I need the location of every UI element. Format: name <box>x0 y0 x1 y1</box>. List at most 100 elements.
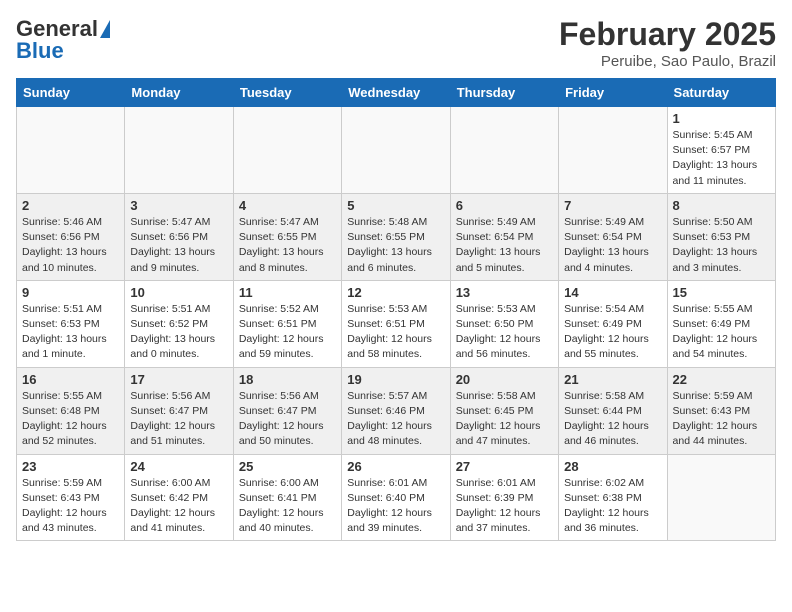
day-number: 10 <box>130 285 227 300</box>
calendar-cell: 1 Sunrise: 5:45 AM Sunset: 6:57 PM Daylig… <box>667 107 775 194</box>
day-number: 25 <box>239 459 336 474</box>
day-number: 19 <box>347 372 444 387</box>
calendar-cell: 13 Sunrise: 5:53 AM Sunset: 6:50 PM Dayli… <box>450 280 558 367</box>
day-info: Sunrise: 6:01 AM Sunset: 6:40 PM Dayligh… <box>347 476 444 537</box>
day-number: 5 <box>347 198 444 213</box>
day-info: Sunrise: 5:45 AM Sunset: 6:57 PM Dayligh… <box>673 128 770 189</box>
calendar-cell: 4Sunrise: 5:47 AM Sunset: 6:55 PM Daylig… <box>233 193 341 280</box>
day-info: Sunrise: 5:49 AM Sunset: 6:54 PM Dayligh… <box>456 215 553 276</box>
calendar-table: SundayMondayTuesdayWednesdayThursdayFrid… <box>16 78 776 541</box>
day-info: Sunrise: 5:47 AM Sunset: 6:56 PM Dayligh… <box>130 215 227 276</box>
weekday-header-tuesday: Tuesday <box>233 79 341 107</box>
day-number: 7 <box>564 198 661 213</box>
day-info: Sunrise: 5:55 AM Sunset: 6:49 PM Dayligh… <box>673 302 770 363</box>
day-number: 22 <box>673 372 770 387</box>
day-number: 26 <box>347 459 444 474</box>
day-number: 24 <box>130 459 227 474</box>
day-info: Sunrise: 5:59 AM Sunset: 6:43 PM Dayligh… <box>673 389 770 450</box>
day-info: Sunrise: 6:02 AM Sunset: 6:38 PM Dayligh… <box>564 476 661 537</box>
weekday-header-friday: Friday <box>559 79 667 107</box>
calendar-cell: 14 Sunrise: 5:54 AM Sunset: 6:49 PM Dayli… <box>559 280 667 367</box>
day-number: 28 <box>564 459 661 474</box>
calendar-cell: 6 Sunrise: 5:49 AM Sunset: 6:54 PM Daylig… <box>450 193 558 280</box>
logo-blue-text: Blue <box>16 38 64 64</box>
calendar-week-row: 16Sunrise: 5:55 AM Sunset: 6:48 PM Dayli… <box>17 367 776 454</box>
day-info: Sunrise: 6:00 AM Sunset: 6:42 PM Dayligh… <box>130 476 227 537</box>
calendar-cell: 26 Sunrise: 6:01 AM Sunset: 6:40 PM Dayli… <box>342 454 450 541</box>
calendar-cell: 8 Sunrise: 5:50 AM Sunset: 6:53 PM Daylig… <box>667 193 775 280</box>
weekday-header-wednesday: Wednesday <box>342 79 450 107</box>
day-number: 17 <box>130 372 227 387</box>
weekday-header-row: SundayMondayTuesdayWednesdayThursdayFrid… <box>17 79 776 107</box>
calendar-cell: 5 Sunrise: 5:48 AM Sunset: 6:55 PM Daylig… <box>342 193 450 280</box>
day-info: Sunrise: 5:46 AM Sunset: 6:56 PM Dayligh… <box>22 215 119 276</box>
weekday-header-thursday: Thursday <box>450 79 558 107</box>
day-number: 1 <box>673 111 770 126</box>
calendar-cell: 28 Sunrise: 6:02 AM Sunset: 6:38 PM Dayli… <box>559 454 667 541</box>
day-number: 21 <box>564 372 661 387</box>
weekday-header-sunday: Sunday <box>17 79 125 107</box>
calendar-cell: 20 Sunrise: 5:58 AM Sunset: 6:45 PM Dayli… <box>450 367 558 454</box>
day-info: Sunrise: 5:56 AM Sunset: 6:47 PM Dayligh… <box>239 389 336 450</box>
calendar-cell: 10 Sunrise: 5:51 AM Sunset: 6:52 PM Dayli… <box>125 280 233 367</box>
weekday-header-monday: Monday <box>125 79 233 107</box>
day-number: 6 <box>456 198 553 213</box>
day-number: 18 <box>239 372 336 387</box>
calendar-week-row: 9Sunrise: 5:51 AM Sunset: 6:53 PM Daylig… <box>17 280 776 367</box>
day-number: 13 <box>456 285 553 300</box>
day-info: Sunrise: 5:53 AM Sunset: 6:50 PM Dayligh… <box>456 302 553 363</box>
calendar-cell: 11Sunrise: 5:52 AM Sunset: 6:51 PM Dayli… <box>233 280 341 367</box>
calendar-cell <box>233 107 341 194</box>
day-info: Sunrise: 5:54 AM Sunset: 6:49 PM Dayligh… <box>564 302 661 363</box>
location-text: Peruibe, Sao Paulo, Brazil <box>559 53 776 70</box>
calendar-cell: 2 Sunrise: 5:46 AM Sunset: 6:56 PM Daylig… <box>17 193 125 280</box>
day-number: 2 <box>22 198 119 213</box>
day-info: Sunrise: 5:59 AM Sunset: 6:43 PM Dayligh… <box>22 476 119 537</box>
day-info: Sunrise: 5:48 AM Sunset: 6:55 PM Dayligh… <box>347 215 444 276</box>
day-info: Sunrise: 5:52 AM Sunset: 6:51 PM Dayligh… <box>239 302 336 363</box>
day-number: 20 <box>456 372 553 387</box>
calendar-week-row: 23 Sunrise: 5:59 AM Sunset: 6:43 PM Dayli… <box>17 454 776 541</box>
calendar-cell: 19 Sunrise: 5:57 AM Sunset: 6:46 PM Dayli… <box>342 367 450 454</box>
calendar-week-row: 1 Sunrise: 5:45 AM Sunset: 6:57 PM Daylig… <box>17 107 776 194</box>
calendar-cell <box>667 454 775 541</box>
day-info: Sunrise: 5:57 AM Sunset: 6:46 PM Dayligh… <box>347 389 444 450</box>
weekday-header-saturday: Saturday <box>667 79 775 107</box>
day-info: Sunrise: 6:00 AM Sunset: 6:41 PM Dayligh… <box>239 476 336 537</box>
calendar-cell: 23 Sunrise: 5:59 AM Sunset: 6:43 PM Dayli… <box>17 454 125 541</box>
day-info: Sunrise: 5:49 AM Sunset: 6:54 PM Dayligh… <box>564 215 661 276</box>
day-number: 8 <box>673 198 770 213</box>
calendar-cell: 12 Sunrise: 5:53 AM Sunset: 6:51 PM Dayli… <box>342 280 450 367</box>
day-info: Sunrise: 6:01 AM Sunset: 6:39 PM Dayligh… <box>456 476 553 537</box>
day-number: 4 <box>239 198 336 213</box>
month-title: February 2025 <box>559 16 776 53</box>
day-number: 12 <box>347 285 444 300</box>
calendar-week-row: 2 Sunrise: 5:46 AM Sunset: 6:56 PM Daylig… <box>17 193 776 280</box>
day-info: Sunrise: 5:58 AM Sunset: 6:44 PM Dayligh… <box>564 389 661 450</box>
calendar-cell: 22 Sunrise: 5:59 AM Sunset: 6:43 PM Dayli… <box>667 367 775 454</box>
page-header: General Blue February 2025 Peruibe, Sao … <box>16 16 776 70</box>
calendar-cell: 25 Sunrise: 6:00 AM Sunset: 6:41 PM Dayli… <box>233 454 341 541</box>
calendar-cell: 17 Sunrise: 5:56 AM Sunset: 6:47 PM Dayli… <box>125 367 233 454</box>
day-number: 14 <box>564 285 661 300</box>
day-number: 23 <box>22 459 119 474</box>
day-info: Sunrise: 5:58 AM Sunset: 6:45 PM Dayligh… <box>456 389 553 450</box>
calendar-cell <box>559 107 667 194</box>
title-block: February 2025 Peruibe, Sao Paulo, Brazil <box>559 16 776 70</box>
calendar-cell: 18 Sunrise: 5:56 AM Sunset: 6:47 PM Dayli… <box>233 367 341 454</box>
calendar-cell: 21 Sunrise: 5:58 AM Sunset: 6:44 PM Dayli… <box>559 367 667 454</box>
calendar-cell <box>125 107 233 194</box>
day-info: Sunrise: 5:53 AM Sunset: 6:51 PM Dayligh… <box>347 302 444 363</box>
day-info: Sunrise: 5:56 AM Sunset: 6:47 PM Dayligh… <box>130 389 227 450</box>
day-info: Sunrise: 5:50 AM Sunset: 6:53 PM Dayligh… <box>673 215 770 276</box>
day-info: Sunrise: 5:51 AM Sunset: 6:53 PM Dayligh… <box>22 302 119 363</box>
day-number: 27 <box>456 459 553 474</box>
calendar-cell: 3 Sunrise: 5:47 AM Sunset: 6:56 PM Daylig… <box>125 193 233 280</box>
calendar-cell: 16Sunrise: 5:55 AM Sunset: 6:48 PM Dayli… <box>17 367 125 454</box>
calendar-cell: 27 Sunrise: 6:01 AM Sunset: 6:39 PM Dayli… <box>450 454 558 541</box>
calendar-cell <box>17 107 125 194</box>
day-number: 16 <box>22 372 119 387</box>
calendar-cell <box>342 107 450 194</box>
day-number: 3 <box>130 198 227 213</box>
day-info: Sunrise: 5:51 AM Sunset: 6:52 PM Dayligh… <box>130 302 227 363</box>
